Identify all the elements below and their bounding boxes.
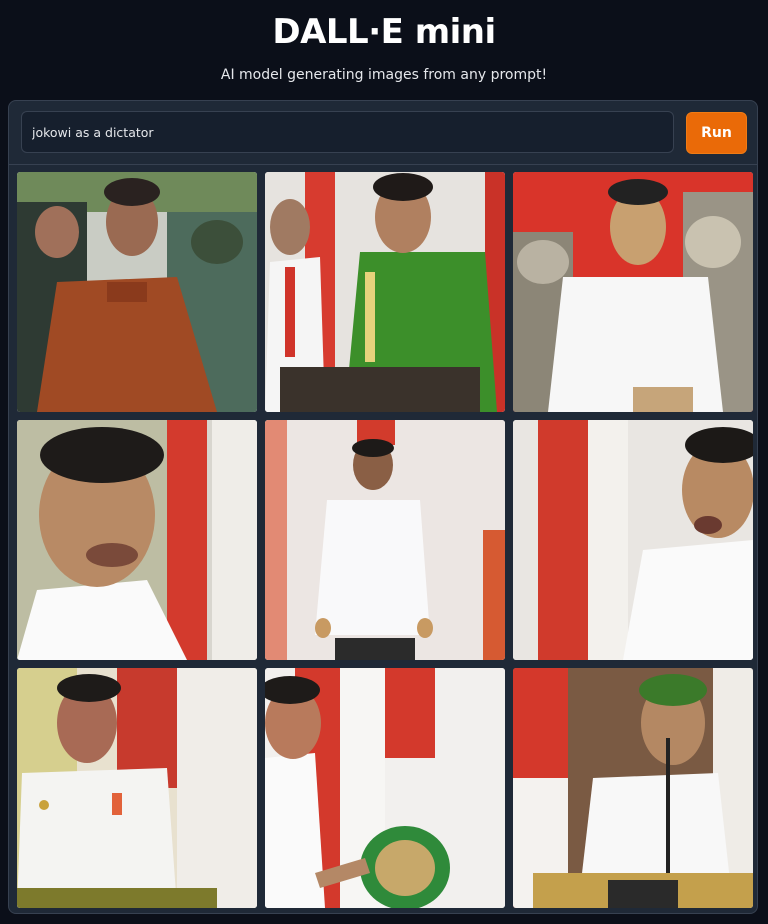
- generated-image-1[interactable]: [17, 172, 257, 412]
- generated-image-8[interactable]: [265, 668, 505, 908]
- page-title: DALL·E mini: [272, 12, 496, 52]
- page-subtitle: AI model generating images from any prom…: [220, 67, 548, 83]
- generated-image-4[interactable]: [17, 420, 257, 660]
- generated-image-2[interactable]: [265, 172, 505, 412]
- generated-image-3[interactable]: [513, 172, 753, 412]
- app-header: DALL·E mini AI model generating images f…: [0, 0, 768, 86]
- generated-image-5[interactable]: [265, 420, 505, 660]
- prompt-input[interactable]: [21, 111, 674, 153]
- prompt-row: Run: [21, 111, 747, 155]
- generated-image-7[interactable]: [17, 668, 257, 908]
- run-button[interactable]: Run: [686, 112, 747, 154]
- generated-image-6[interactable]: [513, 420, 753, 660]
- generator-panel: Run: [8, 100, 758, 914]
- image-gallery: [17, 172, 753, 908]
- generated-image-9[interactable]: [513, 668, 753, 908]
- divider: [9, 164, 757, 165]
